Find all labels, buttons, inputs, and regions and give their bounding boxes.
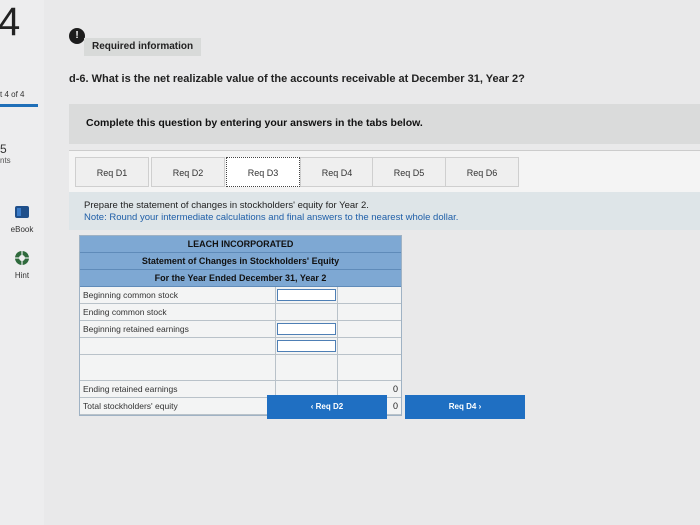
- tab-req-d6[interactable]: Req D6: [445, 157, 519, 187]
- row-label: Beginning retained earnings: [80, 321, 276, 337]
- question-number: 4: [0, 0, 21, 44]
- question-text: d-6. What is the net realizable value of…: [69, 73, 525, 85]
- required-information-label: Required information: [84, 38, 202, 56]
- table-row: Beginning common stock: [80, 287, 401, 304]
- hint-label: Hint: [14, 271, 30, 280]
- tab-req-d1[interactable]: Req D1: [75, 157, 149, 187]
- ebook-label: eBook: [10, 225, 34, 234]
- tab-req-d5[interactable]: Req D5: [372, 157, 446, 187]
- statement-title: Statement of Changes in Stockholders' Eq…: [80, 253, 401, 270]
- prev-req-label: Req D2: [315, 402, 344, 411]
- table-row: Ending common stock: [80, 304, 401, 321]
- points-label: nts: [0, 156, 11, 165]
- tab-req-d2[interactable]: Req D2: [151, 157, 225, 187]
- company-name: LEACH INCORPORATED: [80, 236, 401, 253]
- progress-bar: [0, 104, 38, 107]
- question-progress: t 4 of 4: [0, 90, 25, 99]
- prev-req-button[interactable]: ‹ Req D2: [267, 395, 387, 419]
- statement-header: LEACH INCORPORATED Statement of Changes …: [80, 236, 401, 287]
- ebook-icon: [4, 204, 40, 222]
- ebook-button[interactable]: eBook: [4, 204, 40, 234]
- chevron-right-icon: ›: [478, 402, 482, 411]
- row-label: Total stockholders' equity: [80, 398, 276, 414]
- instruction-text: Complete this question by entering your …: [86, 117, 423, 129]
- row-label-dropdown[interactable]: [80, 338, 276, 354]
- row-label: Beginning common stock: [80, 287, 276, 303]
- lifebuoy-icon: [4, 250, 40, 268]
- next-req-label: Req D4: [448, 402, 477, 411]
- row-label: Ending retained earnings: [80, 381, 276, 397]
- beginning-retained-earnings-input[interactable]: [277, 323, 336, 335]
- instruction-bar: Complete this question by entering your …: [69, 104, 700, 144]
- next-req-button[interactable]: Req D4 ›: [405, 395, 525, 419]
- row-value: [338, 321, 401, 337]
- info-icon: !: [69, 28, 85, 44]
- hint-button[interactable]: Hint: [4, 250, 40, 280]
- page: 4 t 4 of 4 5 nts eBook Hint ! Required i…: [0, 0, 700, 525]
- ending-common-stock-cell: [277, 306, 336, 318]
- row-label: [80, 355, 276, 380]
- points-value: 5: [0, 142, 7, 156]
- beginning-common-stock-input[interactable]: [277, 289, 336, 301]
- statement-period: For the Year Ended December 31, Year 2: [80, 270, 401, 287]
- tab-strip: Req D1 Req D2 Req D3 Req D4 Req D5 Req D…: [69, 150, 700, 192]
- row-label: Ending common stock: [80, 304, 276, 320]
- tab-note: Note: Round your intermediate calculatio…: [84, 212, 459, 223]
- sidebar: 4 t 4 of 4 5 nts eBook Hint: [0, 0, 44, 525]
- blank-row-input[interactable]: [277, 340, 336, 352]
- tab-content: Prepare the statement of changes in stoc…: [69, 192, 700, 230]
- tab-prompt: Prepare the statement of changes in stoc…: [84, 200, 369, 211]
- table-row: [80, 355, 401, 381]
- table-row: [80, 338, 401, 355]
- statement-table: LEACH INCORPORATED Statement of Changes …: [79, 235, 402, 416]
- tab-req-d4[interactable]: Req D4: [300, 157, 374, 187]
- tab-req-d3[interactable]: Req D3: [226, 157, 300, 187]
- row-value: [338, 338, 401, 354]
- row-value: [338, 287, 401, 303]
- row-value: [338, 304, 401, 320]
- table-row: Beginning retained earnings: [80, 321, 401, 338]
